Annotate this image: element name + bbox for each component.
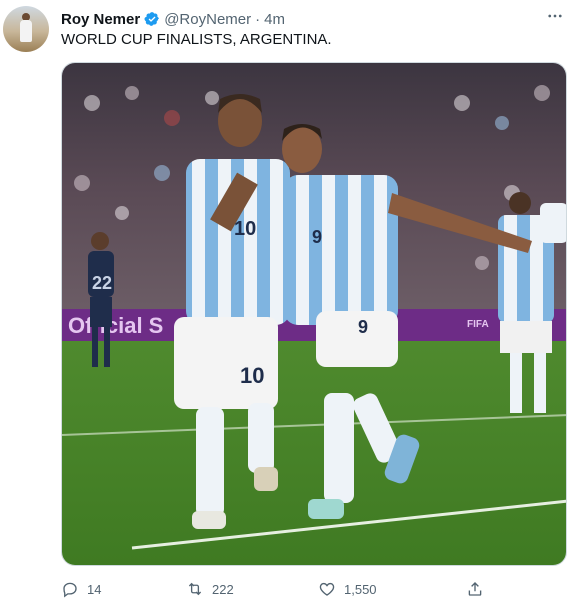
avatar-figure — [20, 20, 32, 42]
tweet-timestamp[interactable]: 4m — [264, 11, 285, 28]
jersey-number-10-shorts: 10 — [240, 363, 264, 388]
like-button[interactable]: 1,550 — [318, 578, 377, 600]
avatar[interactable] — [3, 6, 49, 52]
jersey-number-10-chest: 10 — [234, 218, 256, 240]
banner-text-right: FIFA — [467, 319, 489, 330]
share-icon — [468, 582, 482, 596]
reply-count: 14 — [87, 581, 102, 597]
retweet-icon — [188, 582, 202, 596]
jersey-number-9-chest: 9 — [312, 227, 322, 247]
heart-icon — [319, 582, 335, 596]
reply-icon — [63, 582, 77, 598]
author-name[interactable]: Roy Nemer — [61, 11, 140, 28]
banner-text: Official S — [68, 313, 163, 338]
more-options-icon[interactable] — [545, 6, 565, 26]
author-handle[interactable]: @RoyNemer — [164, 11, 251, 28]
retweet-button[interactable]: 222 — [186, 578, 234, 600]
verified-badge-icon — [144, 12, 160, 26]
separator-dot: · — [255, 10, 261, 28]
tweet-actions: 14 222 1,550 — [61, 578, 491, 600]
like-count: 1,550 — [344, 581, 377, 597]
reply-button[interactable]: 14 — [61, 578, 101, 600]
share-button[interactable] — [466, 578, 484, 600]
jersey-number-9-shorts: 9 — [358, 317, 368, 337]
tweet[interactable]: Roy Nemer @RoyNemer · 4m WORLD CUP FINAL… — [0, 0, 569, 601]
retweet-count: 222 — [212, 581, 234, 597]
tweet-text: WORLD CUP FINALISTS, ARGENTINA. — [61, 31, 332, 48]
tweet-header: Roy Nemer @RoyNemer · 4m — [61, 9, 557, 29]
tweet-photo[interactable]: Official S FIFA 22 10 10 9 9 — [61, 62, 567, 566]
photo-image: Official S FIFA 22 10 10 9 9 — [62, 63, 566, 565]
jersey-number-22: 22 — [92, 273, 112, 293]
